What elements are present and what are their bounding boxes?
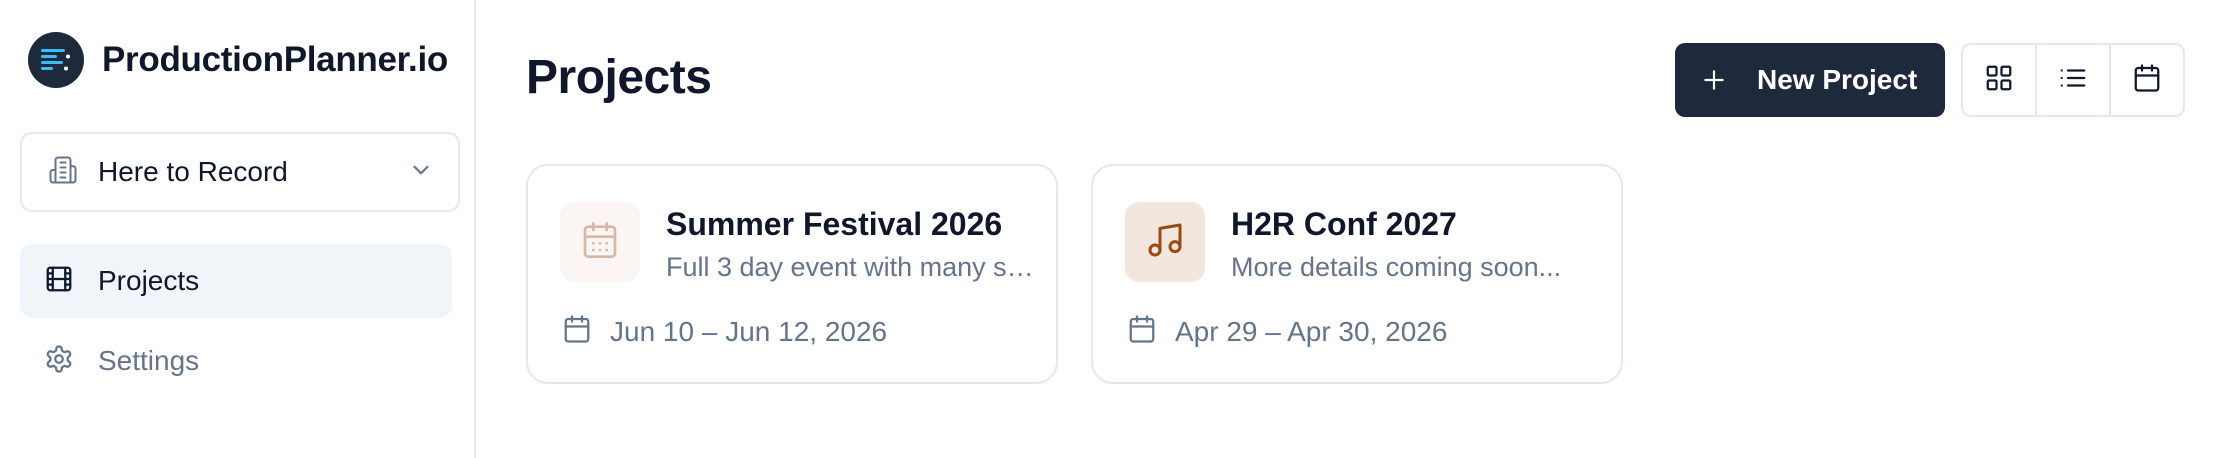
grid-view-icon	[1984, 63, 2014, 98]
app-root: ProductionPlanner.io Here to Record Proj…	[0, 0, 2220, 458]
brand-name: ProductionPlanner.io	[102, 40, 448, 79]
calendar-small-icon	[1127, 314, 1157, 349]
project-icon-container	[1125, 202, 1205, 282]
chevron-down-icon	[408, 157, 434, 188]
music-note-icon	[1145, 220, 1185, 265]
logo-icon	[28, 32, 84, 88]
page-title: Projects	[526, 51, 712, 104]
project-description: More details coming soon...	[1231, 252, 1562, 282]
grid-view-button[interactable]	[1963, 45, 2035, 115]
view-mode-toggle	[1961, 43, 2185, 117]
organization-selector[interactable]: Here to Record	[20, 132, 460, 212]
project-title: H2R Conf 2027	[1231, 206, 1457, 242]
sidebar-item-label: Projects	[98, 265, 200, 296]
organization-name: Here to Record	[98, 156, 288, 187]
calendar-view-button[interactable]	[2109, 45, 2183, 115]
new-project-label: New Project	[1757, 64, 1918, 95]
project-title: Summer Festival 2026	[666, 206, 1003, 242]
calendar-icon	[580, 220, 620, 265]
list-view-button[interactable]	[2035, 45, 2109, 115]
calendar-view-icon	[2132, 63, 2162, 98]
sidebar-item-label: Settings	[98, 345, 200, 376]
project-card[interactable]: Summer Festival 2026 Full 3 day event wi…	[526, 164, 1058, 384]
plus-icon	[1701, 60, 1727, 100]
calendar-small-icon	[562, 314, 592, 349]
project-card[interactable]: H2R Conf 2027 More details coming soon..…	[1091, 164, 1623, 384]
project-date-range: Jun 10 – Jun 12, 2026	[610, 315, 888, 347]
new-project-button[interactable]: New Project	[1675, 43, 1945, 117]
sidebar-item-projects[interactable]: Projects	[20, 244, 452, 318]
gear-icon	[44, 344, 74, 379]
building-icon	[48, 155, 78, 190]
brand[interactable]: ProductionPlanner.io	[28, 32, 448, 88]
project-dates: Apr 29 – Apr 30, 2026	[1127, 314, 1447, 349]
film-icon	[44, 264, 74, 299]
project-description: Full 3 day event with many stages and ar…	[666, 252, 1036, 282]
project-date-range: Apr 29 – Apr 30, 2026	[1175, 315, 1448, 347]
sidebar: ProductionPlanner.io Here to Record Proj…	[0, 0, 476, 458]
project-icon-container	[560, 202, 640, 282]
list-view-icon	[2058, 63, 2088, 98]
sidebar-item-settings[interactable]: Settings	[20, 324, 452, 398]
project-dates: Jun 10 – Jun 12, 2026	[562, 314, 887, 349]
